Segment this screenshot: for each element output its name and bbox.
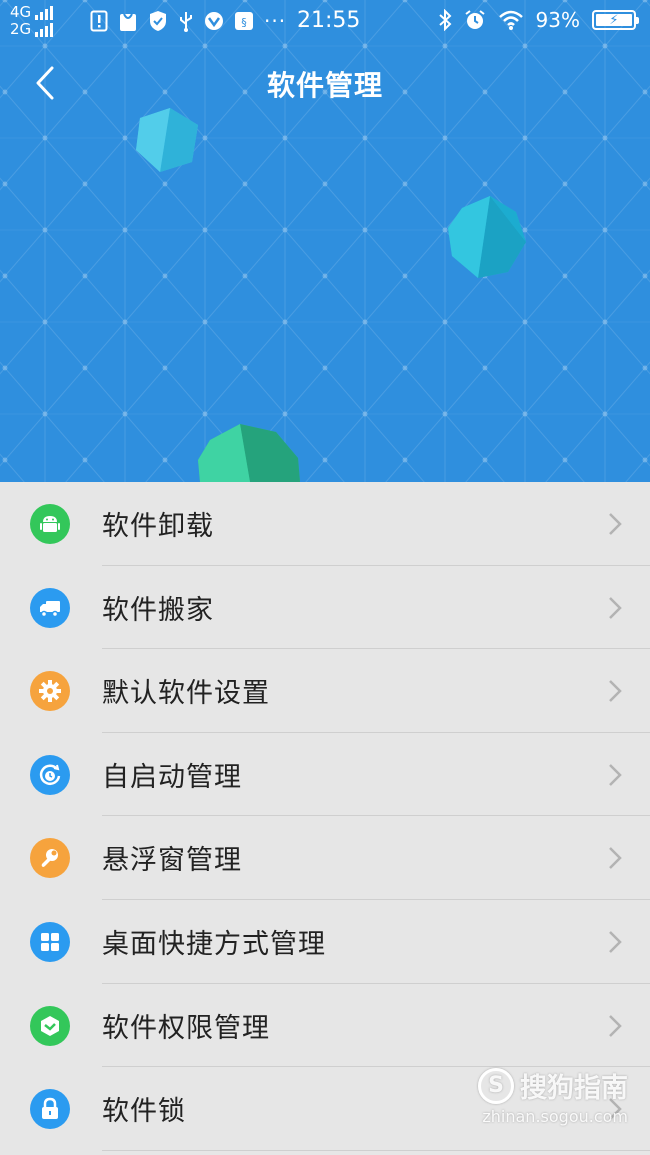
menu-item-label: 软件卸载 bbox=[102, 511, 214, 542]
usb-debug-icon: § bbox=[235, 12, 253, 30]
more-notifications-icon: ··· bbox=[264, 9, 287, 33]
menu-item-floating-window[interactable]: 悬浮窗管理 bbox=[0, 816, 650, 900]
sim-alert-icon bbox=[90, 10, 108, 32]
chevron-right-icon bbox=[609, 1014, 622, 1037]
network-type-bottom: 2G bbox=[10, 20, 32, 38]
bluetooth-icon bbox=[438, 9, 451, 31]
wrench-icon bbox=[30, 838, 70, 879]
truck-icon bbox=[30, 587, 70, 628]
menu-item-label: 软件权限管理 bbox=[102, 1012, 270, 1044]
alarm-icon bbox=[464, 10, 485, 29]
menu-item-label: 软件锁 bbox=[102, 1096, 186, 1128]
network-type-top: 4G bbox=[10, 3, 32, 21]
chevron-right-icon bbox=[609, 596, 622, 619]
menu-item-permissions[interactable]: 软件权限管理 bbox=[0, 984, 650, 1068]
menu-item-uninstall[interactable]: 软件卸载 bbox=[0, 482, 650, 566]
battery-charging-icon: ⚡ bbox=[592, 10, 639, 30]
clock: 21:55 bbox=[297, 8, 361, 33]
android-icon bbox=[30, 504, 70, 544]
status-bar: 4G 2G § ··· 21:55 93% ⚡ bbox=[0, 0, 650, 44]
settings-list: 软件卸载 软件搬家 默认软件设置 自启动管理 悬浮窗管理 桌面快捷方式管理 软件… bbox=[0, 482, 650, 1151]
battery-percent: 93% bbox=[535, 8, 580, 32]
menu-item-shortcuts[interactable]: 桌面快捷方式管理 bbox=[0, 900, 650, 984]
notification-icons: § ··· bbox=[90, 9, 286, 33]
chevron-right-icon bbox=[609, 763, 622, 786]
power-clock-icon bbox=[30, 754, 70, 795]
menu-item-label: 悬浮窗管理 bbox=[102, 845, 242, 877]
menu-item-autostart[interactable]: 自启动管理 bbox=[0, 733, 650, 817]
gear-icon bbox=[30, 671, 70, 712]
wifi-icon bbox=[498, 10, 523, 30]
chevron-right-icon bbox=[609, 513, 622, 535]
menu-item-default-apps[interactable]: 默认软件设置 bbox=[0, 649, 650, 733]
shield-icon bbox=[150, 11, 166, 31]
menu-item-label: 软件搬家 bbox=[102, 594, 214, 626]
network-indicator: 4G 2G bbox=[10, 3, 54, 38]
menu-item-app-move[interactable]: 软件搬家 bbox=[0, 566, 650, 650]
title-bar: 软件管理 bbox=[0, 50, 650, 116]
divider bbox=[102, 1149, 650, 1151]
usb-icon bbox=[180, 12, 192, 32]
page-title: 软件管理 bbox=[266, 69, 383, 102]
cube-icon bbox=[30, 1005, 70, 1046]
chevron-right-icon bbox=[609, 931, 622, 953]
system-indicators: 93% ⚡ bbox=[438, 8, 639, 32]
shopping-bag-icon bbox=[120, 13, 136, 31]
lock-icon bbox=[30, 1089, 70, 1130]
grid-icon bbox=[30, 921, 70, 962]
menu-item-label: 默认软件设置 bbox=[102, 678, 270, 710]
vivo-icon bbox=[205, 12, 223, 30]
watermark-brand: 搜狗指南 bbox=[520, 1073, 628, 1104]
menu-item-label: 自启动管理 bbox=[102, 761, 242, 793]
signal-icon bbox=[35, 5, 54, 20]
sogou-logo-icon: S bbox=[478, 1067, 514, 1104]
svg-text:§: § bbox=[241, 16, 247, 29]
watermark: S 搜狗指南 zhinan.sogou.com bbox=[478, 1066, 628, 1126]
signal-icon bbox=[35, 22, 54, 37]
chevron-right-icon bbox=[609, 680, 622, 703]
menu-item-label: 桌面快捷方式管理 bbox=[102, 928, 326, 960]
watermark-url: zhinan.sogou.com bbox=[482, 1107, 628, 1126]
chevron-right-icon bbox=[609, 847, 622, 870]
